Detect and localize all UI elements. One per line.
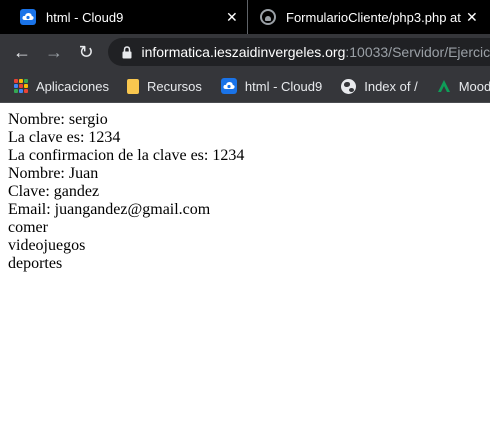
tab-title: FormularioCliente/php3.php at master <box>286 9 464 25</box>
address-bar[interactable]: informatica.ieszaidinvergeles.org:10033/… <box>108 38 490 66</box>
github-icon <box>260 9 276 25</box>
back-arrow-icon[interactable]: ← <box>10 40 34 64</box>
bookmark-aplicaciones[interactable]: Aplicaciones <box>14 79 109 94</box>
output-line: Nombre: sergio <box>8 111 108 128</box>
bookmark-index[interactable]: Index of / <box>341 78 418 94</box>
close-tab-icon[interactable]: ✕ <box>226 9 238 25</box>
lock-icon[interactable] <box>120 44 133 60</box>
url-text: informatica.ieszaidinvergeles.org:10033/… <box>141 44 490 60</box>
tab-title: html - Cloud9 <box>46 9 124 25</box>
cloud9-icon <box>20 9 36 25</box>
bookmark-cloud9[interactable]: html - Cloud9 <box>220 78 323 94</box>
bookmark-label: html - Cloud9 <box>244 78 323 94</box>
tab-github[interactable]: FormularioCliente/php3.php at master ✕ <box>247 0 490 34</box>
cloud9-icon <box>220 78 237 94</box>
output-line: comer <box>8 219 48 236</box>
globe-icon <box>341 78 357 94</box>
output-line: Clave: gandez <box>8 183 100 200</box>
folder-icon <box>127 78 139 94</box>
url-path: :10033/Servidor/Ejercicios <box>345 44 490 60</box>
bookmarks-bar: Aplicaciones Recursos html - Cloud9 Inde… <box>0 70 490 103</box>
bookmark-label: Recursos <box>147 78 202 94</box>
tab-strip: html - Cloud9 ✕ FormularioCliente/php3.p… <box>0 0 490 34</box>
apps-icon <box>14 79 28 93</box>
output-line: Nombre: Juan <box>8 165 99 182</box>
output-line: La confirmacion de la clave es: 1234 <box>8 147 245 164</box>
bookmark-label: Aplicaciones <box>36 78 109 94</box>
output-line: La clave es: 1234 <box>8 129 121 146</box>
bookmark-recursos[interactable]: Recursos <box>127 78 202 94</box>
close-tab-icon[interactable]: ✕ <box>466 9 478 25</box>
browser-chrome: html - Cloud9 ✕ FormularioCliente/php3.p… <box>0 0 490 103</box>
forward-arrow-icon[interactable]: → <box>42 40 66 64</box>
toolbar: ← → ↻ informatica.ieszaidinvergeles.org:… <box>0 34 490 70</box>
output-line: deportes <box>8 255 63 272</box>
bookmark-label: Index of / <box>364 78 418 94</box>
output-text: Nombre: sergio La clave es: 1234 La conf… <box>8 111 490 273</box>
reload-icon[interactable]: ↻ <box>74 40 98 64</box>
page-content: Nombre: sergio La clave es: 1234 La conf… <box>0 103 490 444</box>
output-line: Email: juangandez@gmail.com <box>8 201 211 218</box>
url-host: informatica.ieszaidinvergeles.org <box>141 44 346 60</box>
moodle-icon <box>437 79 451 93</box>
bookmark-label: Moodle centro <box>458 78 490 94</box>
tab-cloud9[interactable]: html - Cloud9 ✕ <box>0 0 247 34</box>
bookmark-moodle[interactable]: Moodle centro <box>437 79 490 94</box>
output-line: videojuegos <box>8 237 86 254</box>
